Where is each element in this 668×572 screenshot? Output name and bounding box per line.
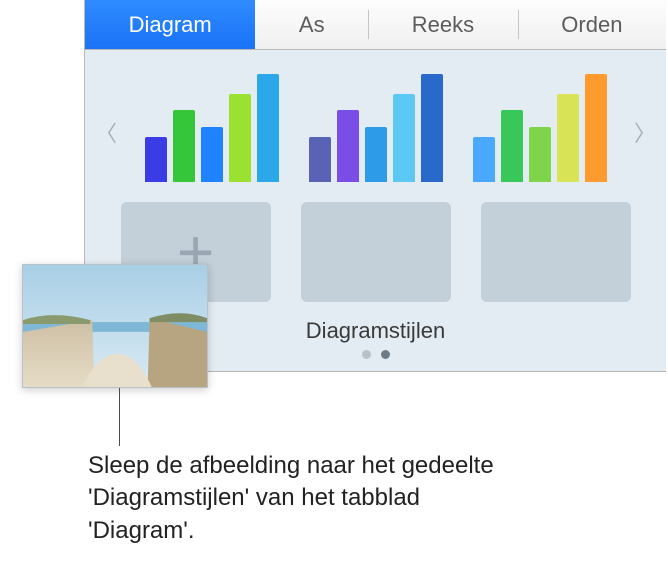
bar [473, 137, 495, 182]
tab-bar: Diagram As Reeks Orden [85, 0, 666, 50]
bar [529, 127, 551, 182]
bar [365, 127, 387, 182]
bar [421, 74, 443, 182]
tab-label: Orden [561, 12, 622, 38]
tab-label: As [299, 12, 325, 38]
bar [309, 137, 331, 182]
empty-style-slot[interactable] [301, 202, 451, 302]
bar [393, 94, 415, 182]
bar [257, 74, 279, 182]
page-dot[interactable] [381, 350, 390, 359]
bar [501, 110, 523, 182]
bar [229, 94, 251, 182]
tab-reeks[interactable]: Reeks [368, 0, 518, 49]
chart-style-thumb[interactable] [145, 72, 279, 182]
bar [337, 110, 359, 182]
bar [173, 110, 195, 182]
bar [145, 137, 167, 182]
chevron-right-icon[interactable]: 〉 [628, 110, 662, 154]
bar [201, 127, 223, 182]
page-dot[interactable] [362, 350, 371, 359]
bar [557, 94, 579, 182]
empty-style-slot[interactable] [481, 202, 631, 302]
chart-style-thumb[interactable] [309, 72, 443, 182]
tab-as[interactable]: As [255, 0, 368, 49]
style-carousel: 〈 〉 [85, 68, 666, 196]
chevron-left-icon[interactable]: 〈 [89, 110, 123, 154]
chart-style-thumb[interactable] [473, 72, 607, 182]
tab-label: Diagram [129, 12, 212, 38]
tab-orden[interactable]: Orden [518, 0, 666, 49]
bar [585, 74, 607, 182]
tab-label: Reeks [412, 12, 474, 38]
dragged-image-thumbnail[interactable] [22, 264, 208, 388]
callout-text: Sleep de afbeelding naar het gedeelte 'D… [88, 450, 528, 547]
tab-diagram[interactable]: Diagram [85, 0, 255, 49]
callout-leader-line [119, 388, 120, 446]
